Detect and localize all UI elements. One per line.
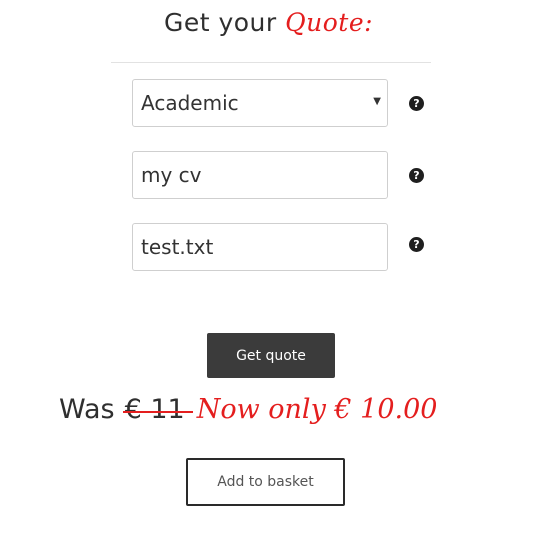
page-title: Get your Quote:	[0, 8, 537, 37]
now-price: Now only € 10.00	[196, 394, 438, 425]
file-input-value: test.txt	[141, 235, 214, 259]
chevron-down-icon: ▼	[373, 96, 381, 107]
old-price: € 11	[122, 394, 193, 425]
help-icon[interactable]: ?	[409, 168, 424, 183]
add-to-basket-button[interactable]: Add to basket	[186, 458, 345, 506]
divider	[111, 62, 431, 63]
subject-input[interactable]: my cv	[132, 151, 388, 199]
category-select[interactable]: Academic ▼	[132, 79, 388, 127]
quote-page: Get your Quote: Academic ▼ ? my cv ? tes…	[0, 0, 537, 544]
title-prefix: Get your	[163, 8, 277, 37]
help-icon[interactable]: ?	[409, 237, 424, 252]
file-input[interactable]: test.txt	[132, 223, 388, 271]
subject-input-value: my cv	[141, 163, 202, 187]
price-line: Was € 11 Now only € 10.00	[59, 394, 437, 425]
get-quote-button[interactable]: Get quote	[207, 333, 335, 378]
help-icon[interactable]: ?	[409, 96, 424, 111]
category-select-value: Academic	[141, 91, 239, 115]
was-label: Was	[59, 394, 115, 425]
title-accent: Quote:	[285, 8, 374, 37]
